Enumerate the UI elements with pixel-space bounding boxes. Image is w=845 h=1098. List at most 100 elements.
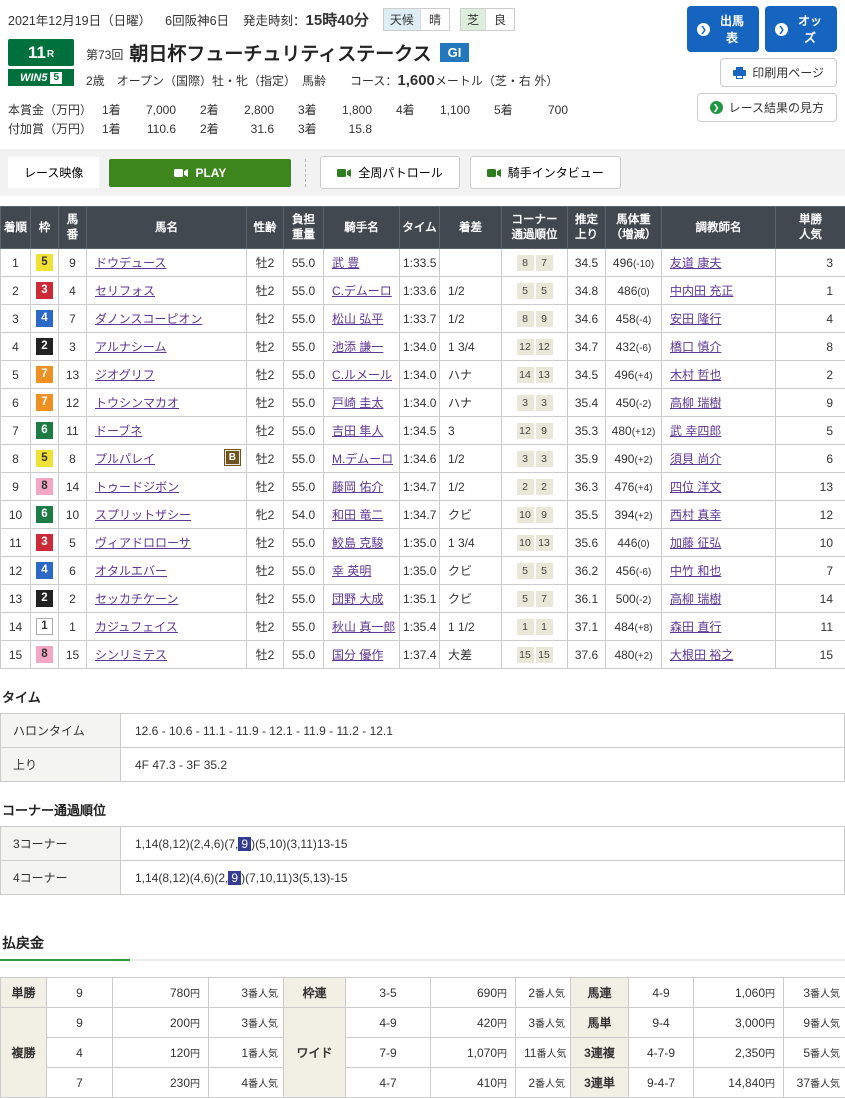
printer-icon <box>733 67 746 79</box>
yen-suffix: 円 <box>497 1049 507 1060</box>
body-weight-value: 496 <box>613 256 633 270</box>
trainer-name-link[interactable]: 四位 洋文 <box>670 480 721 494</box>
jockey-name-link[interactable]: 鮫島 克駿 <box>332 536 383 550</box>
horse-name-link[interactable]: ドーブネ <box>95 424 142 438</box>
jockey-cell: M.デムーロ <box>324 445 400 473</box>
trainer-name-link[interactable]: 須貝 尚介 <box>670 452 721 466</box>
trainer-cell: 中竹 和也 <box>662 557 776 585</box>
frame-cell: 8 <box>31 473 59 501</box>
trainer-name-link[interactable]: 木村 哲也 <box>670 368 721 382</box>
jockey-name-link[interactable]: C.ルメール <box>332 368 392 382</box>
last-3f-time: 36.3 <box>568 473 606 501</box>
trainer-name-link[interactable]: 森田 直行 <box>670 620 721 634</box>
trainer-name-link[interactable]: 中内田 充正 <box>670 284 733 298</box>
corner-position-box: 2 <box>517 479 534 495</box>
prize-place-label: 2着 <box>200 101 228 120</box>
corner-position-box: 13 <box>536 367 553 383</box>
jockey-name-link[interactable]: C.デムーロ <box>332 284 392 298</box>
trainer-name-link[interactable]: 大根田 裕之 <box>670 648 733 662</box>
jockey-name-link[interactable]: 藤岡 佑介 <box>332 480 383 494</box>
corner-position-box: 12 <box>536 339 553 355</box>
bet-type-label: 3連複 <box>571 1038 629 1068</box>
frame-number-badge: 5 <box>36 254 53 271</box>
payout-amount: 1,060円 <box>694 978 784 1008</box>
trainer-name-link[interactable]: 武 幸四郎 <box>670 424 721 438</box>
trainer-name-link[interactable]: 安田 隆行 <box>670 312 721 326</box>
horse-name-link[interactable]: スプリットザシー <box>95 508 191 522</box>
play-button[interactable]: PLAY <box>109 159 291 187</box>
results-column-header: 調教師名 <box>662 207 776 249</box>
carried-weight: 55.0 <box>284 361 324 389</box>
table-row: 9814トゥードジボン牡255.0藤岡 佑介1:34.71/22236.3476… <box>1 473 845 501</box>
patrol-video-button[interactable]: 全周パトロール <box>320 156 459 189</box>
horse-name-link[interactable]: ヴィアドロローサ <box>95 536 191 550</box>
jockey-name-link[interactable]: 吉田 隼人 <box>332 424 383 438</box>
payout-amount-value: 420 <box>477 1016 497 1030</box>
jockey-name-link[interactable]: 戸崎 圭太 <box>332 396 383 410</box>
race-video-button[interactable]: レース映像 <box>8 157 99 188</box>
jockey-name-link[interactable]: 団野 大成 <box>332 592 383 606</box>
corner-position-box: 7 <box>536 255 553 271</box>
payout-popularity-value: 3 <box>241 1016 248 1030</box>
jockey-name-link[interactable]: 国分 優作 <box>332 648 383 662</box>
horse-name-link[interactable]: プルパレイ <box>95 452 155 466</box>
jockey-cell: 国分 優作 <box>324 641 400 669</box>
payout-table: 単勝9780円3番人気枠連3-5690円2番人気馬連4-91,060円3番人気複… <box>0 977 845 1098</box>
entries-button[interactable]: ❯ 出馬表 <box>687 6 759 52</box>
horse-number: 13 <box>59 361 87 389</box>
jockey-name-link[interactable]: 幸 英明 <box>332 564 371 578</box>
payout-popularity-value: 2 <box>528 1076 535 1090</box>
payout-popularity-value: 5 <box>803 1046 810 1060</box>
horse-name-link[interactable]: トウシンマカオ <box>95 396 179 410</box>
margin: 1/2 <box>440 473 502 501</box>
turf-value: 良 <box>485 9 514 30</box>
highlighted-horse-number: 9 <box>238 837 251 851</box>
meeting-info: 6回阪神6日 <box>165 10 229 29</box>
horse-name-link[interactable]: ジオグリフ <box>95 368 155 382</box>
trainer-name-link[interactable]: 高柳 瑞樹 <box>670 592 721 606</box>
results-column-header: 性齢 <box>247 207 284 249</box>
frame-number-badge: 2 <box>36 338 53 355</box>
trainer-name-link[interactable]: 友道 康夫 <box>670 256 721 270</box>
jockey-name-link[interactable]: 秋山 真一郎 <box>332 620 395 634</box>
win-popularity: 13 <box>776 473 845 501</box>
payout-popularity-value: 1 <box>241 1046 248 1060</box>
odds-button[interactable]: ❯ オッズ <box>765 6 837 52</box>
frame-cell: 7 <box>31 361 59 389</box>
trainer-name-link[interactable]: 西村 真幸 <box>670 508 721 522</box>
finish-time: 1:35.0 <box>400 529 440 557</box>
jockey-name-link[interactable]: M.デムーロ <box>332 452 393 466</box>
last-3f-time: 35.9 <box>568 445 606 473</box>
jockey-name-link[interactable]: 松山 弘平 <box>332 312 383 326</box>
horse-name-link[interactable]: カジュフェイス <box>95 620 178 634</box>
yen-suffix: 円 <box>190 1049 200 1060</box>
corner-position-box: 13 <box>536 535 553 551</box>
finish-time: 1:34.6 <box>400 445 440 473</box>
jockey-interview-button[interactable]: 騎手インタビュー <box>470 156 621 189</box>
jockey-name-link[interactable]: 池添 謙一 <box>332 340 383 354</box>
corner-position-box: 10 <box>517 507 534 523</box>
horse-name-link[interactable]: シンリミテス <box>95 648 167 662</box>
win-popularity: 11 <box>776 613 845 641</box>
finish-position: 14 <box>1 613 31 641</box>
horse-name-link[interactable]: トゥードジボン <box>95 480 179 494</box>
trainer-name-link[interactable]: 加藤 征弘 <box>670 536 721 550</box>
horse-name-link[interactable]: セリフォス <box>95 284 155 298</box>
prize-amount: 15.8 <box>326 120 372 139</box>
last-3f-time: 37.1 <box>568 613 606 641</box>
payout-amount: 690円 <box>431 978 516 1008</box>
horse-name-link[interactable]: ドウデュース <box>95 256 166 270</box>
horse-name-link[interactable]: セッカチケーン <box>95 592 178 606</box>
horse-name-link[interactable]: ダノンスコーピオン <box>95 312 202 326</box>
horse-name-link[interactable]: オタルエバー <box>95 564 167 578</box>
trainer-name-link[interactable]: 高柳 瑞樹 <box>670 396 721 410</box>
prize-amount: 110.6 <box>130 120 176 139</box>
win-popularity: 2 <box>776 361 845 389</box>
trainer-name-link[interactable]: 橋口 慎介 <box>670 340 721 354</box>
print-page-button[interactable]: 印刷用ページ <box>720 58 837 87</box>
jockey-name-link[interactable]: 武 豊 <box>332 256 359 270</box>
trainer-name-link[interactable]: 中竹 和也 <box>670 564 721 578</box>
horse-name-link[interactable]: アルナシーム <box>95 340 167 354</box>
jockey-name-link[interactable]: 和田 竜二 <box>332 508 383 522</box>
result-guide-button[interactable]: ❯ レース結果の見方 <box>697 93 837 122</box>
